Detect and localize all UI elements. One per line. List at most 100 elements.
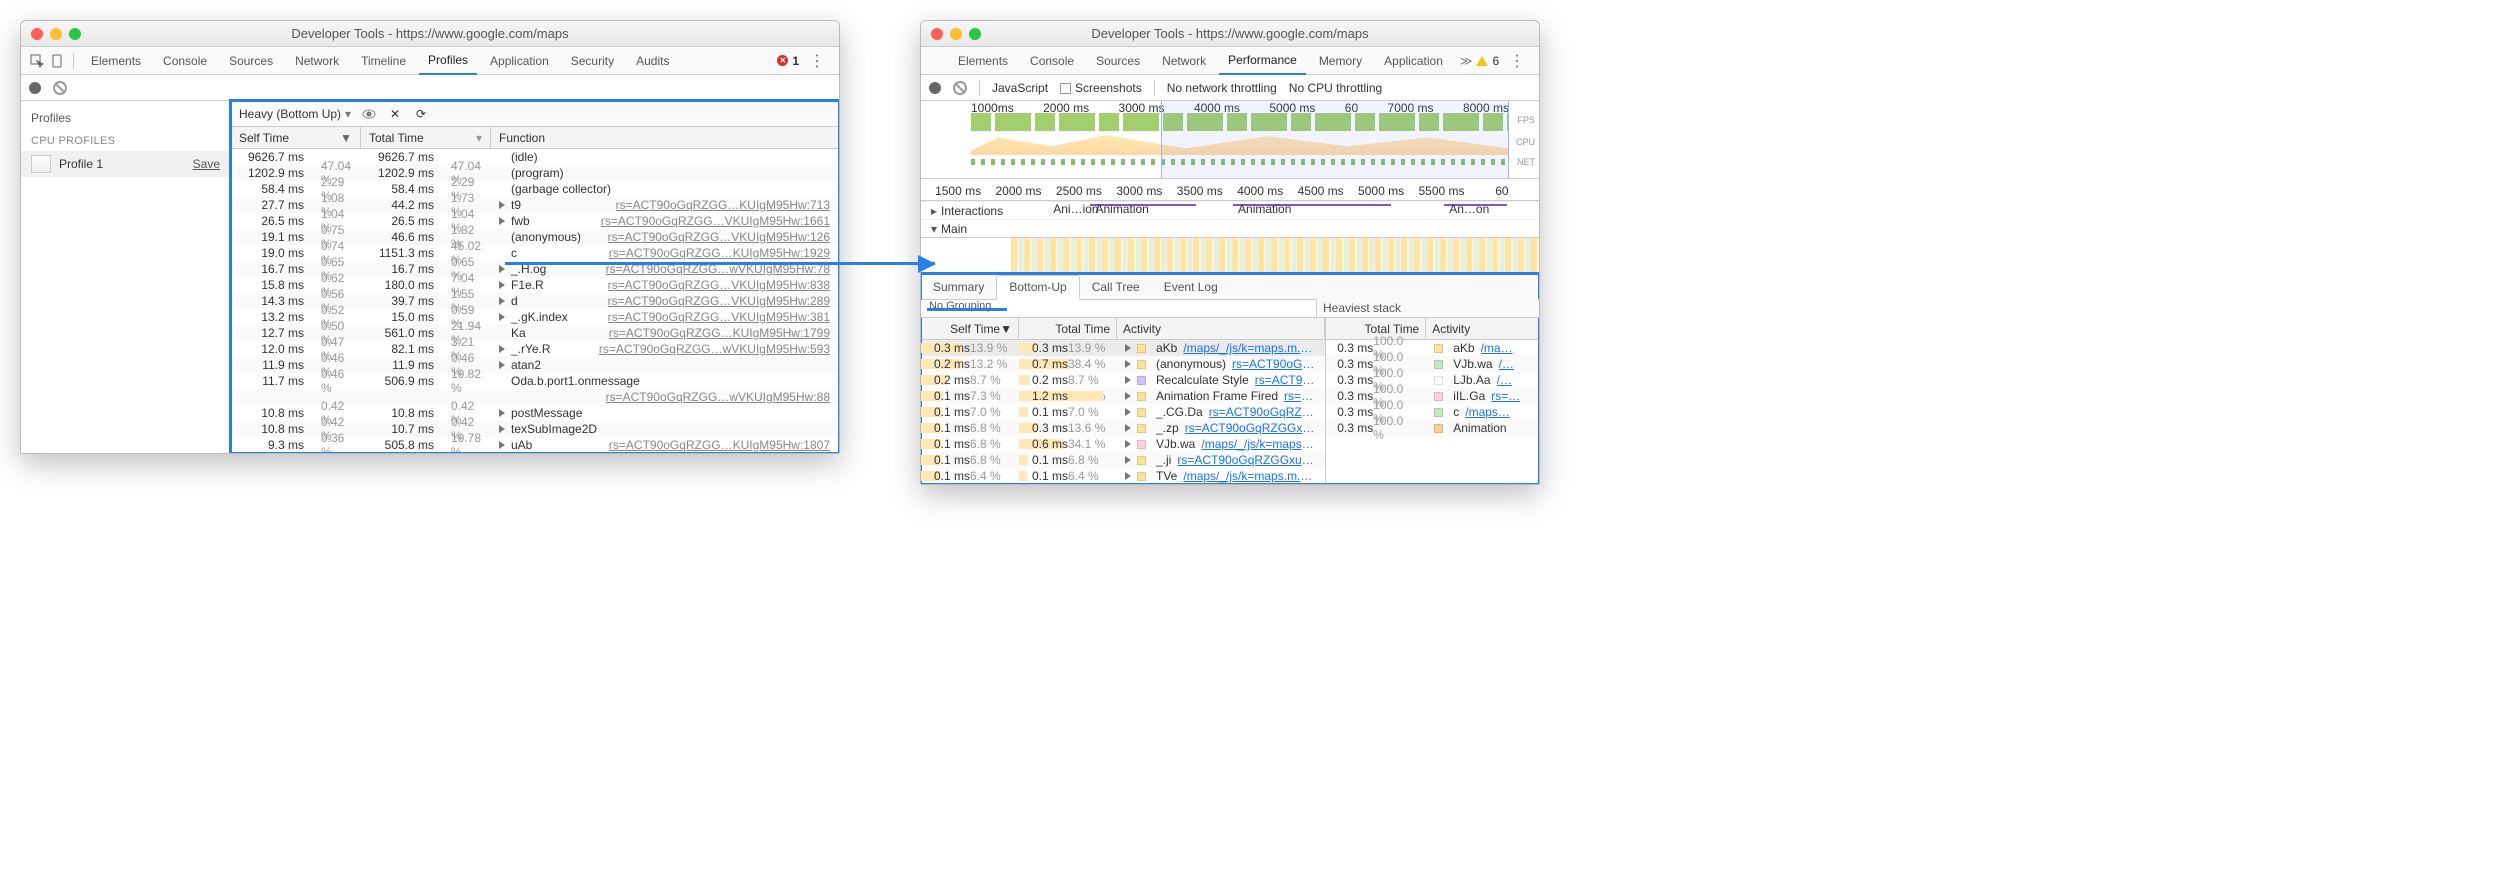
tab-sources[interactable]: Sources (220, 47, 282, 75)
close-icon[interactable]: ✕ (387, 106, 403, 122)
source-link[interactable]: rs=ACT90oGqRZGG…VKUIgM95Hw:289 (608, 294, 830, 308)
flame-chart[interactable] (1011, 238, 1539, 274)
bottom-up-row[interactable]: 0.1 ms6.4 %0.1 ms6.4 %TVe /maps/_/js/k=m… (921, 468, 1325, 484)
profile-row[interactable]: 11.7 ms0.46 %506.9 ms19.82 %Oda.b.port1.… (231, 373, 839, 389)
expand-icon[interactable] (1125, 424, 1131, 432)
expand-icon[interactable] (499, 345, 505, 353)
source-link[interactable]: rs=ACT90oGqRZGGxuWo-z8BL… (1177, 453, 1316, 467)
kebab-menu-icon[interactable]: ⋮ (1503, 51, 1531, 71)
stack-row[interactable]: 0.3 ms100.0 %Animation (1326, 420, 1539, 436)
more-tabs-icon[interactable]: ≫ (1460, 54, 1473, 68)
tab-security[interactable]: Security (562, 47, 623, 75)
stack-row[interactable]: 0.3 ms100.0 %aKb /ma… (1326, 340, 1539, 356)
expand-icon[interactable] (499, 409, 505, 417)
expand-icon[interactable] (1125, 472, 1131, 480)
col-function[interactable]: Function (491, 127, 839, 148)
source-link[interactable]: rs=ACT90oGqRZGG…KUIgM95Hw:1807 (609, 438, 830, 452)
source-link[interactable]: rs=ACT90oGqRZGG…KUIgM95Hw:1929 (609, 246, 830, 260)
col-activity[interactable]: Activity (1117, 318, 1325, 339)
cpu-throttle-dropdown[interactable]: No CPU throttling (1289, 81, 1382, 95)
source-link[interactable]: rs=ACT90oGqRZGGxuWo… (1209, 405, 1317, 419)
bottom-up-row[interactable]: 0.1 ms6.8 %0.6 ms34.1 %VJb.wa /maps/_/js… (921, 436, 1325, 452)
tab-console[interactable]: Console (154, 47, 216, 75)
source-link[interactable]: /maps… (1465, 405, 1510, 419)
eye-icon[interactable] (361, 106, 377, 122)
tab-elements[interactable]: Elements (82, 47, 150, 75)
source-link[interactable]: /maps/_/js/k=maps.m.en.ye… (1201, 437, 1316, 451)
source-link[interactable]: rs=ACT90oGqRZ… (1255, 373, 1317, 387)
expand-icon[interactable] (1125, 440, 1131, 448)
record-icon[interactable] (929, 82, 941, 94)
col-self[interactable]: Self Time ▼ (921, 318, 1019, 339)
expand-icon[interactable] (499, 217, 505, 225)
tab-memory[interactable]: Memory (1310, 47, 1371, 75)
source-link[interactable]: rs=ACT90oGqRZGG…KUIgM95Hw:1799 (609, 326, 830, 340)
expand-icon[interactable] (499, 425, 505, 433)
btab-summary[interactable]: Summary (921, 274, 996, 299)
source-link[interactable]: rs=ACT90oGqRZGG…KUIgM95Hw:713 (616, 198, 830, 212)
source-link[interactable]: /… (1499, 357, 1514, 371)
tab-console[interactable]: Console (1021, 47, 1083, 75)
view-mode-dropdown[interactable]: Heavy (Bottom Up) (239, 107, 351, 121)
source-link[interactable]: rs=ACT90oGqRZGG…VKUIgM95Hw:838 (608, 278, 830, 292)
tab-application[interactable]: Application (481, 47, 558, 75)
source-link[interactable]: rs=ACT90o… (1284, 389, 1316, 403)
tab-application[interactable]: Application (1375, 47, 1452, 75)
overview-pane[interactable]: 1000ms2000 ms3000 ms4000 ms5000 ms607000… (921, 101, 1539, 179)
expand-icon[interactable] (499, 441, 505, 449)
js-sampling-dropdown[interactable]: JavaScript (992, 81, 1048, 95)
source-link[interactable]: rs=ACT90oGqRZGG…wVKUIgM95Hw:88 (606, 390, 830, 404)
tab-network[interactable]: Network (1153, 47, 1215, 75)
stack-row[interactable]: 0.3 ms100.0 %LJb.Aa /… (1326, 372, 1539, 388)
tab-profiles[interactable]: Profiles (419, 47, 477, 75)
bottom-up-row[interactable]: 0.3 ms13.9 %0.3 ms13.9 %aKb /maps/_/js/k… (921, 340, 1325, 356)
source-link[interactable]: rs=… (1491, 389, 1520, 403)
source-link[interactable]: rs=ACT90oGqRZGG…VKUIgM95Hw:1661 (601, 214, 830, 228)
btab-bottom-up[interactable]: Bottom-Up (996, 275, 1079, 300)
titlebar[interactable]: Developer Tools - https://www.google.com… (921, 21, 1539, 47)
expand-icon[interactable] (1125, 344, 1131, 352)
bottom-up-row[interactable]: 0.1 ms7.0 %0.1 ms7.0 %_.CG.Da rs=ACT90oG… (921, 404, 1325, 420)
tab-audits[interactable]: Audits (627, 47, 678, 75)
tab-sources[interactable]: Sources (1087, 47, 1149, 75)
source-link[interactable]: /maps/_/js/k=maps.m.en.yeALR… (1183, 341, 1316, 355)
expand-icon[interactable] (499, 265, 505, 273)
expand-icon[interactable] (499, 297, 505, 305)
bottom-up-row[interactable]: 0.1 ms6.8 %0.1 ms6.8 %_.ji rs=ACT90oGqRZ… (921, 452, 1325, 468)
device-icon[interactable] (49, 53, 65, 69)
col-total[interactable]: Total Time▾ (361, 127, 491, 148)
bottom-up-row[interactable]: 0.2 ms8.7 %0.2 ms8.7 %Recalculate Style … (921, 372, 1325, 388)
col-self[interactable]: Self Time▼ (231, 127, 361, 148)
error-badge[interactable]: ✕1 (777, 54, 799, 68)
clear-icon[interactable] (53, 81, 67, 95)
stack-row[interactable]: 0.3 ms100.0 %VJb.wa /… (1326, 356, 1539, 372)
tab-network[interactable]: Network (286, 47, 348, 75)
source-link[interactable]: /… (1497, 373, 1512, 387)
sidebar-item-profile[interactable]: Profile 1 Save (21, 151, 230, 177)
source-link[interactable]: /ma… (1481, 341, 1513, 355)
record-icon[interactable] (29, 82, 41, 94)
stack-row[interactable]: 0.3 ms100.0 %c /maps… (1326, 404, 1539, 420)
expand-icon[interactable] (499, 361, 505, 369)
source-link[interactable]: rs=ACT90oGqRZGG…VKUIgM95Hw:126 (608, 230, 830, 244)
clear-icon[interactable] (953, 81, 967, 95)
overview-selection[interactable] (1161, 101, 1509, 178)
screenshots-checkbox[interactable]: Screenshots (1060, 81, 1142, 95)
refresh-icon[interactable]: ⟳ (413, 106, 429, 122)
expand-icon[interactable] (499, 313, 505, 321)
stack-row[interactable]: 0.3 ms100.0 %iIL.Ga rs=… (1326, 388, 1539, 404)
timeline-ruler[interactable]: 1500 ms2000 ms2500 ms3000 ms3500 ms4000 … (921, 179, 1539, 201)
network-throttle-dropdown[interactable]: No network throttling (1167, 81, 1277, 95)
expand-icon[interactable] (1125, 456, 1131, 464)
source-link[interactable]: rs=ACT90oGqRZGG…VKUIgM95Hw:381 (608, 310, 830, 324)
bottom-up-row[interactable]: 0.1 ms7.3 %1.2 ms64.7 %Animation Frame F… (921, 388, 1325, 404)
inspect-icon[interactable] (29, 53, 45, 69)
kebab-menu-icon[interactable]: ⋮ (803, 51, 831, 71)
col-total[interactable]: Total Time (1019, 318, 1117, 339)
source-link[interactable]: rs=ACT90oGqRZGGxuWo-z8B… (1185, 421, 1317, 435)
expand-icon[interactable] (1125, 360, 1131, 368)
expand-icon[interactable] (1125, 376, 1131, 384)
warning-badge[interactable]: 6 (1476, 54, 1499, 68)
btab-call-tree[interactable]: Call Tree (1080, 274, 1152, 299)
tab-timeline[interactable]: Timeline (352, 47, 415, 75)
